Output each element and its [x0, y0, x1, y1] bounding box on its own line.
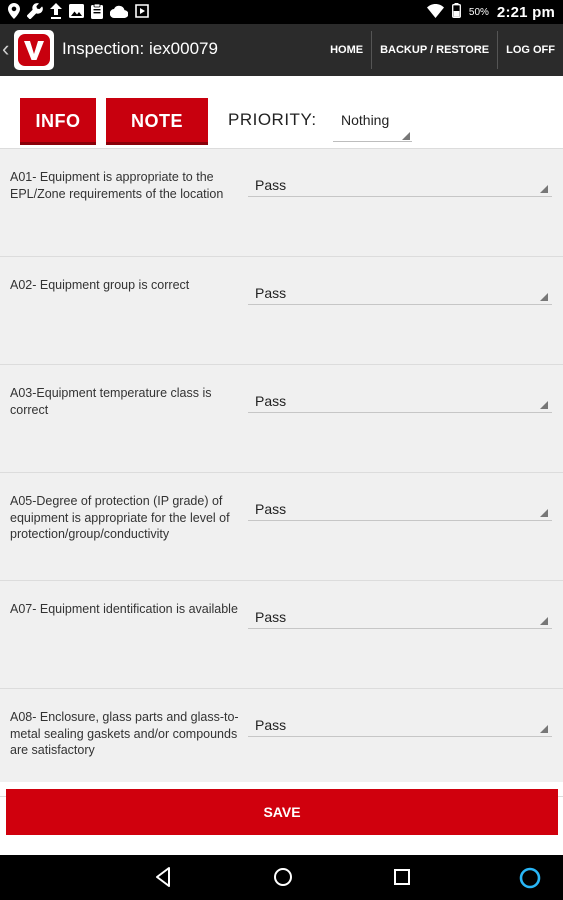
- info-button[interactable]: INFO: [20, 98, 96, 145]
- dropdown-underline: [248, 520, 552, 521]
- system-tray: 50% 2:21 pm: [426, 3, 555, 21]
- save-button[interactable]: SAVE: [6, 789, 558, 835]
- checklist-question: A02- Equipment group is correct: [10, 278, 190, 292]
- navigation-bar: [0, 855, 563, 900]
- back-chevron-icon[interactable]: ‹: [2, 36, 9, 62]
- wrench-icon: [26, 3, 43, 24]
- dropdown-arrow-icon: [540, 725, 548, 733]
- notification-icons: [8, 3, 149, 24]
- dropdown-underline: [248, 196, 552, 197]
- note-button[interactable]: NOTE: [106, 98, 208, 145]
- app-logo: [14, 30, 54, 70]
- result-dropdown[interactable]: Pass: [248, 703, 552, 739]
- log-off-menu-item[interactable]: LOG OFF: [497, 31, 563, 69]
- clock: 2:21 pm: [496, 3, 555, 21]
- result-dropdown[interactable]: Pass: [248, 163, 552, 199]
- result-value: Pass: [255, 177, 287, 193]
- location-pin-icon: [8, 3, 20, 24]
- checklist-row: A03-Equipment temperature class is corre…: [0, 365, 563, 473]
- result-dropdown[interactable]: Pass: [248, 595, 552, 631]
- result-value: Pass: [255, 285, 287, 301]
- tab-row: INFO NOTE PRIORITY: Nothing: [0, 76, 563, 148]
- backup-restore-menu-item[interactable]: BACKUP / RESTORE: [371, 31, 497, 69]
- home-icon[interactable]: [272, 866, 294, 893]
- checklist-question: A07- Equipment identification is availab…: [10, 602, 238, 616]
- priority-label: PRIORITY:: [228, 110, 317, 129]
- home-menu-item[interactable]: HOME: [322, 31, 371, 69]
- result-dropdown[interactable]: Pass: [248, 271, 552, 307]
- checklist-row: A08- Enclosure, glass parts and glass-to…: [0, 689, 563, 797]
- back-icon[interactable]: [154, 866, 172, 893]
- checklist-row: A01- Equipment is appropriate to the EPL…: [0, 149, 563, 257]
- checklist-question: A05-Degree of protection (IP grade) of e…: [10, 494, 230, 541]
- battery-icon: [451, 3, 461, 21]
- image-icon: [69, 4, 84, 23]
- dropdown-underline: [248, 736, 552, 737]
- dropdown-arrow-icon: [540, 185, 548, 193]
- recents-icon[interactable]: [393, 866, 411, 893]
- checklist-row: A02- Equipment group is correct Pass: [0, 257, 563, 365]
- dropdown-arrow-icon: [402, 132, 410, 140]
- checklist-question: A01- Equipment is appropriate to the EPL…: [10, 170, 224, 201]
- dropdown-arrow-icon: [540, 509, 548, 517]
- checklist-row: A05-Degree of protection (IP grade) of e…: [0, 473, 563, 581]
- assistant-icon[interactable]: [518, 866, 542, 895]
- media-icon: [135, 4, 149, 23]
- result-value: Pass: [255, 609, 287, 625]
- dropdown-underline: [248, 628, 552, 629]
- dropdown-arrow-icon: [540, 617, 548, 625]
- priority-dropdown[interactable]: Nothing: [333, 102, 412, 144]
- result-dropdown[interactable]: Pass: [248, 487, 552, 523]
- checklist-question: A08- Enclosure, glass parts and glass-to…: [10, 710, 239, 757]
- result-value: Pass: [255, 393, 287, 409]
- dropdown-underline: [248, 304, 552, 305]
- result-value: Pass: [255, 717, 287, 733]
- result-dropdown[interactable]: Pass: [248, 379, 552, 415]
- checklist-question: A03-Equipment temperature class is corre…: [10, 386, 212, 417]
- battery-percent: 50%: [468, 6, 489, 18]
- checklist-row: A07- Equipment identification is availab…: [0, 581, 563, 689]
- dropdown-underline: [333, 141, 412, 142]
- page-title: Inspection: iex00079: [62, 39, 218, 58]
- upload-icon: [50, 3, 62, 24]
- result-value: Pass: [255, 501, 287, 517]
- inspection-checklist: A01- Equipment is appropriate to the EPL…: [0, 148, 563, 797]
- dropdown-underline: [248, 412, 552, 413]
- dropdown-arrow-icon: [540, 401, 548, 409]
- clipboard-icon: [91, 3, 103, 24]
- status-bar: 50% 2:21 pm: [0, 0, 563, 24]
- wifi-icon: [426, 3, 444, 21]
- cloud-icon: [109, 5, 129, 23]
- app-bar: ‹ Inspection: iex00079 HOME BACKUP / RES…: [0, 24, 563, 76]
- top-menu: HOME BACKUP / RESTORE LOG OFF: [322, 24, 563, 76]
- priority-value: Nothing: [341, 112, 390, 128]
- dropdown-arrow-icon: [540, 293, 548, 301]
